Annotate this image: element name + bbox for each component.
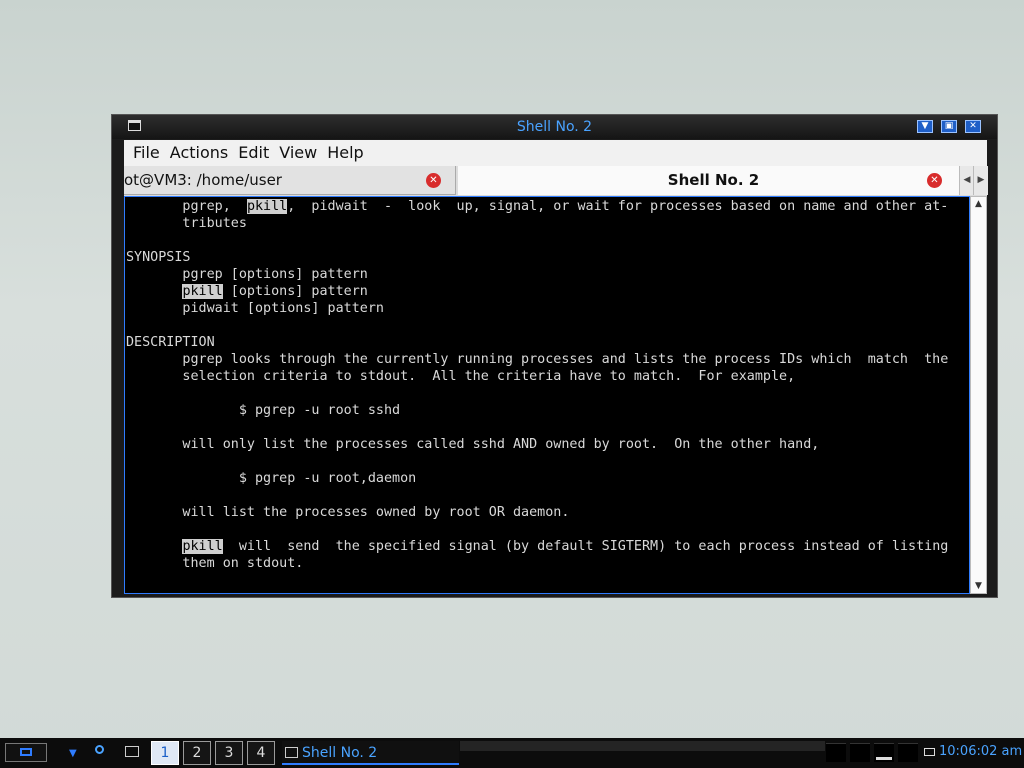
menu-actions[interactable]: Actions (165, 140, 233, 162)
terminal-text-segment: [options] pattern (222, 284, 368, 299)
menu-edit[interactable]: Edit (233, 140, 274, 162)
desktop-1-button[interactable]: 1 (151, 741, 179, 765)
terminal-text-segment: :_ (126, 590, 142, 593)
terminal-line: $ pgrep -u root,daemon (126, 470, 948, 487)
menu-help[interactable]: Help (322, 140, 368, 162)
terminal-text-segment: will list the processes owned by root OR… (126, 505, 570, 520)
close-window-icon[interactable]: ✕ (965, 120, 981, 133)
desktop-2-button[interactable]: 2 (183, 741, 211, 765)
tab-label: ot@VM3: /home/user (124, 171, 282, 189)
window-titlebar[interactable]: Shell No. 2 ▼ ▣ ✕ (112, 115, 997, 139)
terminal-line: pkill [options] pattern (126, 283, 948, 300)
search-icon[interactable] (92, 743, 110, 762)
terminal-text-segment: SYNOPSIS (126, 250, 191, 265)
terminal-line: selection criteria to stdout. All the cr… (126, 368, 948, 385)
search-highlight: pkill (246, 199, 288, 214)
terminal-text-segment: , pidwait - look up, signal, or wait for… (287, 199, 949, 214)
terminal-line: will only list the processes called sshd… (126, 436, 948, 453)
terminal-line: DESCRIPTION (126, 334, 948, 351)
terminal-line: will list the processes owned by root OR… (126, 504, 948, 521)
shade-icon[interactable]: ▼ (917, 120, 933, 133)
tab-label: Shell No. 2 (667, 171, 760, 189)
taskbar-task-shell[interactable]: Shell No. 2 (282, 741, 459, 765)
terminal-line: tributes (126, 215, 948, 232)
search-highlight: pkill (182, 539, 223, 554)
terminal-line: pgrep, pkill, pidwait - look up, signal,… (126, 198, 948, 215)
task-label: Shell No. 2 (302, 745, 378, 761)
scroll-up-icon[interactable]: ▲ (971, 197, 986, 211)
terminal-line: pidwait [options] pattern (126, 300, 948, 317)
tray-slot[interactable] (850, 743, 870, 762)
terminal-launcher-icon[interactable] (124, 743, 140, 762)
taskbar-empty-area (460, 741, 825, 751)
window-list-icon[interactable]: ▼ (66, 743, 84, 762)
maximize-icon[interactable]: ▣ (941, 120, 957, 133)
tab-close-icon[interactable]: ✕ (426, 173, 441, 188)
tab-scroll-right-icon[interactable]: ▶ (973, 166, 988, 195)
tray-slot[interactable] (826, 743, 846, 762)
menu-bar: File Actions Edit View Help (124, 140, 987, 166)
terminal-text-segment: $ pgrep -u root sshd (126, 403, 401, 418)
start-menu-button[interactable] (5, 743, 47, 762)
terminal-icon (285, 747, 298, 758)
tray-slot[interactable] (874, 743, 894, 762)
terminal-line: pgrep [options] pattern (126, 266, 948, 283)
menu-view[interactable]: View (274, 140, 322, 162)
terminal-line: pkill will send the specified signal (by… (126, 538, 948, 555)
terminal-text-segment: $ pgrep -u root,daemon (126, 471, 417, 486)
desktop-4-button[interactable]: 4 (247, 741, 275, 765)
tab-close-icon[interactable]: ✕ (927, 173, 942, 188)
search-highlight: pkill (182, 284, 223, 299)
terminal-text-segment: DESCRIPTION (126, 335, 215, 350)
terminal-text-segment: pgrep [options] pattern (126, 267, 368, 282)
terminal-text-segment: pidwait [options] pattern (126, 301, 384, 316)
terminal-text-segment: pgrep looks through the currently runnin… (126, 352, 949, 367)
terminal-line: them on stdout. (126, 555, 948, 572)
tab-scroll-left-icon[interactable]: ◀ (959, 166, 974, 195)
terminal-text-segment: will send the specified signal (by defau… (222, 539, 949, 554)
terminal-text-segment: tributes (126, 216, 247, 231)
tab-bar: ot@VM3: /home/user ✕ Shell No. 2 ✕ ◀ ▶ (124, 166, 988, 196)
scroll-down-icon[interactable]: ▼ (971, 579, 986, 593)
terminal-window[interactable]: Shell No. 2 ▼ ▣ ✕ File Actions Edit View Hel… (111, 114, 998, 598)
window-title: Shell No. 2 (516, 119, 593, 135)
terminal-text-segment: pgrep, (126, 199, 247, 214)
terminal-line: :_ (126, 589, 948, 593)
terminal-text-segment: them on stdout. (126, 556, 304, 571)
terminal-output[interactable]: pgrep, pkill, pidwait - look up, signal,… (124, 196, 970, 594)
terminal-line: pgrep looks through the currently runnin… (126, 351, 948, 368)
terminal-text-segment: selection criteria to stdout. All the cr… (126, 369, 796, 384)
terminal-line: SYNOPSIS (126, 249, 948, 266)
tab-shell-no-2[interactable]: Shell No. 2 ✕ (458, 166, 969, 195)
menu-file[interactable]: File (124, 140, 165, 162)
mail-icon[interactable] (924, 748, 935, 756)
terminal-text: pgrep, pkill, pidwait - look up, signal,… (126, 198, 948, 593)
taskbar: ▼ 1 2 3 4 Shell No. 2 10:06:02 am (0, 738, 1024, 768)
desktop-3-button[interactable]: 3 (215, 741, 243, 765)
tab-home-user[interactable]: ot@VM3: /home/user ✕ (124, 166, 456, 195)
terminal-line: $ pgrep -u root sshd (126, 402, 948, 419)
terminal-text-segment: will only list the processes called sshd… (126, 437, 820, 452)
tray-slot[interactable] (898, 743, 918, 762)
vertical-scrollbar[interactable]: ▲ ▼ (970, 196, 987, 594)
clock[interactable]: 10:06:02 am (939, 744, 1022, 759)
